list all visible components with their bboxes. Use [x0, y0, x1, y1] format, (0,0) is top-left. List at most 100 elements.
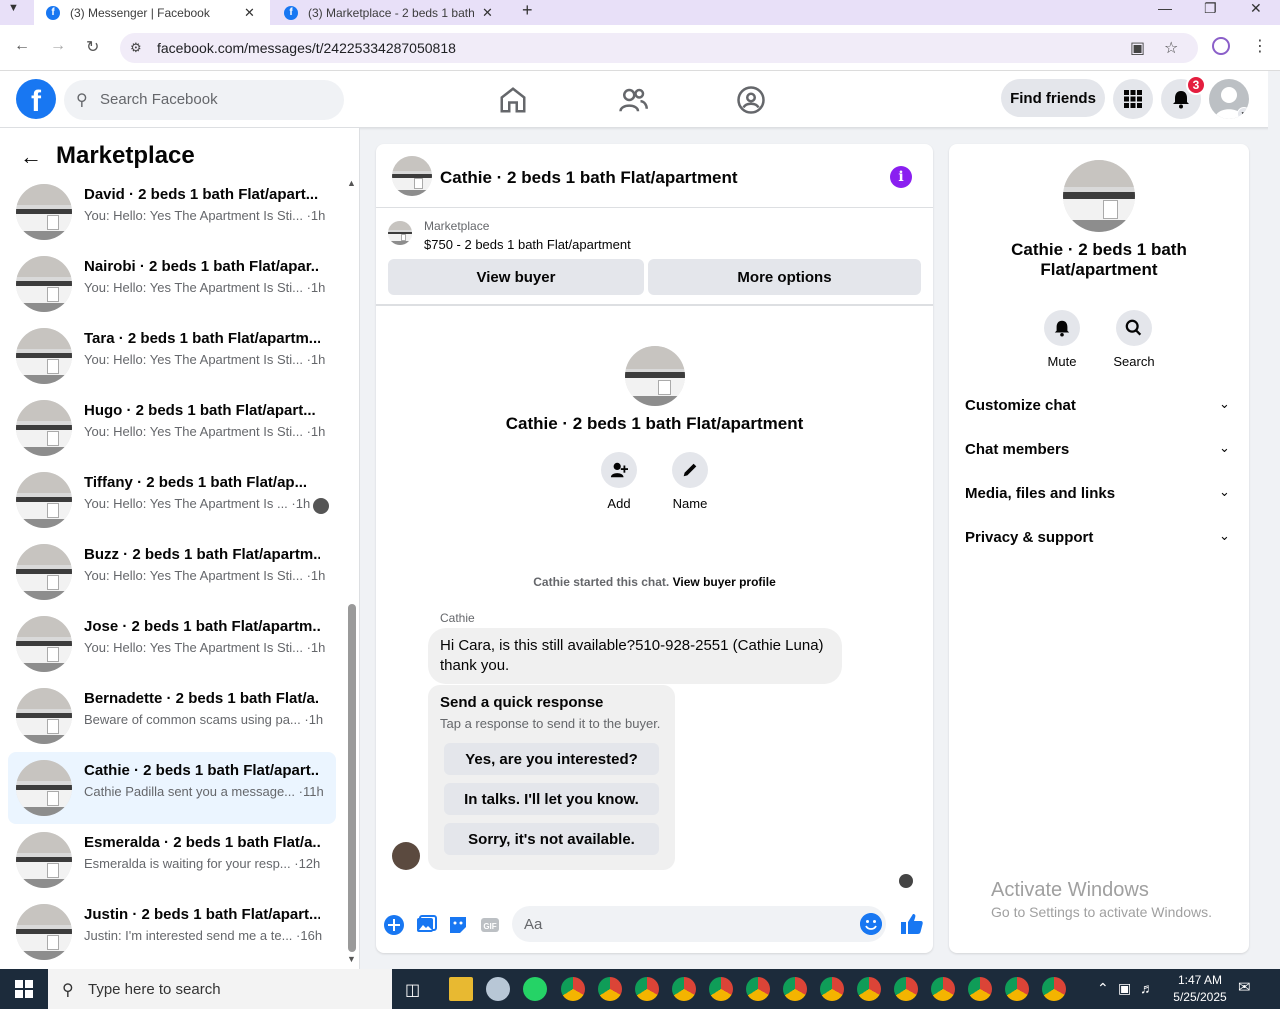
- chat-title[interactable]: Cathie · 2 beds 1 bath Flat/apartment: [440, 168, 738, 188]
- scroll-down-icon[interactable]: ▼: [347, 954, 356, 964]
- reload-icon[interactable]: ↻: [86, 37, 99, 57]
- page-scrollbar[interactable]: [1268, 71, 1280, 969]
- conversation-name: Tiffany · 2 beds 1 bath Flat/ap...: [84, 474, 308, 491]
- restore-icon[interactable]: ❐: [1204, 0, 1217, 17]
- info-icon[interactable]: i: [890, 166, 912, 188]
- tray-chevron-up-icon[interactable]: ⌃: [1097, 980, 1109, 997]
- forward-arrow-icon[interactable]: →: [50, 37, 66, 55]
- friends-icon[interactable]: [618, 85, 648, 115]
- close-tab-icon[interactable]: ✕: [482, 5, 493, 21]
- sticker-icon[interactable]: [447, 914, 469, 936]
- facebook-search[interactable]: ⚲ Search Facebook: [64, 80, 344, 120]
- quick-response-yes-button[interactable]: Yes, are you interested?: [444, 743, 659, 775]
- app-icon[interactable]: [486, 977, 510, 1001]
- window-close-icon[interactable]: ✕: [1250, 0, 1262, 17]
- taskbar-clock[interactable]: 1:47 AM 5/25/2025: [1160, 972, 1240, 1006]
- conversation-item[interactable]: Nairobi · 2 beds 1 bath Flat/apar... You:…: [8, 248, 336, 320]
- task-view-icon[interactable]: ◫: [405, 980, 420, 1000]
- conversation-item[interactable]: Tiffany · 2 beds 1 bath Flat/ap... You: H…: [8, 464, 336, 536]
- back-arrow-icon[interactable]: ←: [20, 144, 42, 170]
- groups-icon[interactable]: [736, 85, 766, 115]
- sidebar-scrollbar[interactable]: ▲ ▼: [345, 178, 359, 968]
- notification-center-icon[interactable]: ✉: [1238, 978, 1251, 996]
- site-info-icon[interactable]: ⚙: [130, 40, 142, 56]
- plus-circle-icon[interactable]: [383, 914, 405, 936]
- conversation-item[interactable]: Jose · 2 beds 1 bath Flat/apartm... You: …: [8, 608, 336, 680]
- conversation-item[interactable]: Justin · 2 beds 1 bath Flat/apart... Just…: [8, 896, 336, 968]
- install-app-icon[interactable]: ▣: [1130, 38, 1145, 58]
- sender-avatar[interactable]: [392, 842, 420, 870]
- scrollbar-thumb[interactable]: [348, 604, 356, 952]
- quick-response-sorry-button[interactable]: Sorry, it's not available.: [444, 823, 659, 855]
- privacy-support-row[interactable]: Privacy & support ⌄: [957, 516, 1241, 560]
- find-friends-button[interactable]: Find friends: [1001, 79, 1105, 117]
- listing-price-title[interactable]: $750 - 2 beds 1 bath Flat/apartment: [424, 237, 631, 252]
- chrome-window-icon[interactable]: [746, 977, 770, 1001]
- customize-chat-row[interactable]: Customize chat ⌄: [957, 384, 1241, 428]
- taskbar-search[interactable]: ⚲ Type here to search: [48, 969, 392, 1009]
- back-arrow-icon[interactable]: ←: [14, 37, 30, 55]
- chrome-window-icon[interactable]: [857, 977, 881, 1001]
- account-avatar[interactable]: ▼: [1209, 79, 1249, 119]
- search-in-chat-button[interactable]: Search: [1104, 310, 1164, 369]
- conversation-item[interactable]: David · 2 beds 1 bath Flat/apart... You: …: [8, 176, 336, 248]
- section-label: Media, files and links: [965, 485, 1116, 502]
- conversation-item[interactable]: Bernadette · 2 beds 1 bath Flat/a... Bewa…: [8, 680, 336, 752]
- view-buyer-profile-link[interactable]: View buyer profile: [673, 575, 776, 589]
- message-input[interactable]: [512, 906, 886, 942]
- emoji-icon[interactable]: [860, 913, 882, 935]
- gif-icon[interactable]: GIF: [479, 914, 501, 936]
- conversation-item[interactable]: Buzz · 2 beds 1 bath Flat/apartm... You: …: [8, 536, 336, 608]
- mute-button[interactable]: Mute: [1032, 310, 1092, 369]
- thumbs-up-icon[interactable]: [900, 912, 924, 936]
- conversation-item[interactable]: Tara · 2 beds 1 bath Flat/apartm... You: …: [8, 320, 336, 392]
- chrome-window-icon[interactable]: [968, 977, 992, 1001]
- new-tab-icon[interactable]: +: [522, 0, 533, 21]
- browser-profile-icon[interactable]: [1212, 37, 1230, 55]
- start-button[interactable]: [0, 969, 48, 1009]
- scroll-up-icon[interactable]: ▲: [347, 178, 356, 188]
- conversation-item[interactable]: Hugo · 2 beds 1 bath Flat/apart... You: H…: [8, 392, 336, 464]
- quick-response-in-talks-button[interactable]: In talks. I'll let you know.: [444, 783, 659, 815]
- conversation-item[interactable]: Esmeralda · 2 beds 1 bath Flat/a... Esmer…: [8, 824, 336, 896]
- chrome-window-icon[interactable]: [598, 977, 622, 1001]
- message-bubble[interactable]: Hi Cara, is this still available?510-928…: [428, 628, 842, 684]
- address-bar[interactable]: ⚙ facebook.com/messages/t/24225334287050…: [120, 33, 1198, 63]
- chat-avatar[interactable]: [392, 156, 432, 196]
- chrome-window-icon[interactable]: [561, 977, 585, 1001]
- browser-menu-icon[interactable]: ⋮: [1252, 36, 1268, 56]
- chrome-window-icon[interactable]: [931, 977, 955, 1001]
- chat-members-row[interactable]: Chat members ⌄: [957, 428, 1241, 472]
- conversation-item[interactable]: Cathie · 2 beds 1 bath Flat/apart... Cath…: [8, 752, 336, 824]
- chrome-window-icon[interactable]: [635, 977, 659, 1001]
- browser-tab-marketplace[interactable]: f (3) Marketplace - 2 beds 1 bath ✕: [272, 0, 508, 25]
- chrome-window-icon[interactable]: [783, 977, 807, 1001]
- chrome-window-icon[interactable]: [1042, 977, 1066, 1001]
- chrome-window-icon[interactable]: [709, 977, 733, 1001]
- chrome-window-icon[interactable]: [672, 977, 696, 1001]
- menu-grid-button[interactable]: [1113, 79, 1153, 119]
- more-options-button[interactable]: More options: [648, 259, 921, 295]
- volume-icon[interactable]: ♬: [1140, 980, 1154, 996]
- add-people-button[interactable]: Add: [589, 452, 649, 511]
- facebook-logo-icon[interactable]: f: [16, 79, 56, 119]
- chat-started-notice: Cathie started this chat. View buyer pro…: [376, 575, 933, 589]
- close-tab-icon[interactable]: ✕: [244, 5, 255, 21]
- tab-search-icon[interactable]: ▼: [8, 2, 19, 14]
- bookmark-star-icon[interactable]: ☆: [1164, 38, 1178, 58]
- name-chat-button[interactable]: Name: [660, 452, 720, 511]
- url-text: facebook.com/messages/t/2422533428705081…: [157, 40, 456, 56]
- whatsapp-icon[interactable]: [523, 977, 547, 1001]
- minimize-icon[interactable]: —: [1158, 0, 1172, 16]
- chrome-window-icon[interactable]: [894, 977, 918, 1001]
- file-explorer-icon[interactable]: [449, 977, 473, 1001]
- chrome-window-icon[interactable]: [1005, 977, 1029, 1001]
- home-icon[interactable]: [498, 85, 528, 115]
- chrome-window-icon[interactable]: [820, 977, 844, 1001]
- browser-tab-messenger[interactable]: f (3) Messenger | Facebook ✕: [34, 0, 270, 25]
- view-buyer-button[interactable]: View buyer: [388, 259, 644, 295]
- media-files-links-row[interactable]: Media, files and links ⌄: [957, 472, 1241, 516]
- network-icon[interactable]: ▣: [1118, 980, 1131, 997]
- photo-icon[interactable]: [415, 914, 437, 936]
- listing-thumbnail[interactable]: [388, 221, 412, 245]
